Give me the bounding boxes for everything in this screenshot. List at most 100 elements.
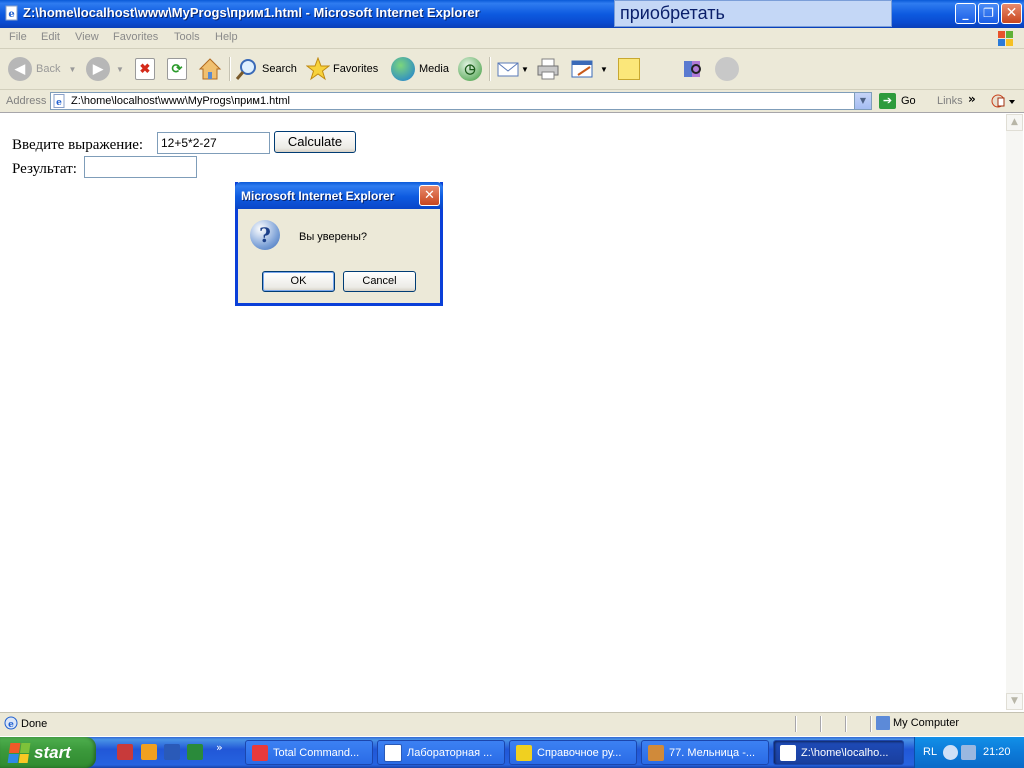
restore-button[interactable]: ❐ [978,3,999,24]
media-globe-icon [391,57,415,81]
menu-edit[interactable]: Edit [41,31,60,43]
windows-logo-icon [998,31,1013,46]
search-icon [235,59,256,80]
dialog-title-bar[interactable]: Microsoft Internet Explorer ✕ [235,182,443,209]
tray-expand-icon[interactable] [943,745,958,760]
favorites-button[interactable]: Favorites [306,54,378,84]
dialog-close-button[interactable]: ✕ [419,185,440,206]
computer-icon [876,716,890,730]
quicklaunch-word-icon[interactable] [164,744,180,760]
ok-button[interactable]: OK [262,271,335,292]
status-text: Done [21,718,48,730]
mail-icon [497,62,519,77]
note-icon [618,58,640,80]
player-icon [648,744,664,761]
discuss-button[interactable] [618,54,640,84]
edit-page-icon [571,60,593,78]
quicklaunch-app-icon[interactable] [117,744,133,760]
refresh-button[interactable]: ⟳ [167,54,191,84]
scroll-down-icon[interactable]: ▼ [1006,693,1023,710]
menu-file[interactable]: File [9,31,27,43]
calculate-button[interactable]: Calculate [274,131,356,153]
go-button[interactable]: ➔ Go [879,93,916,109]
vertical-scrollbar[interactable]: ▲ ▼ [1006,114,1023,710]
windows-flag-icon [7,742,31,763]
search-button[interactable]: Search [235,54,297,84]
back-arrow-icon: ◀ [8,57,32,81]
overlay-word: приобретать [620,3,725,23]
toolbar-separator [489,57,491,81]
ie-page-icon [780,744,796,761]
media-button[interactable]: Media [391,54,449,84]
quicklaunch-chevron-icon[interactable]: » [216,741,223,754]
svg-text:e: e [56,98,62,108]
question-icon: ? [250,220,280,250]
task-internet-explorer[interactable]: Z:\home\localho... [773,740,904,765]
svg-text:e: e [8,9,14,20]
start-button[interactable]: start [0,737,96,768]
status-bar: e Done My Computer [0,712,1024,736]
menu-tools[interactable]: Tools [174,31,200,43]
quicklaunch-excel-icon[interactable] [187,744,203,760]
history-button[interactable]: ◷ [458,54,486,84]
menu-help[interactable]: Help [215,31,238,43]
research-button[interactable] [681,54,705,84]
task-label: 77. Мельница -... [669,746,756,759]
task-label: Total Command... [273,746,360,759]
language-indicator[interactable]: RL [923,746,937,758]
page-content: Введите выражение: Calculate Результат: [2,114,1005,710]
mail-button[interactable]: ▼ [496,54,529,84]
start-label: start [34,742,71,762]
taskbar: start » Total Command... Лабораторная ..… [0,737,1024,768]
menu-bar: File Edit View Favorites Tools Help [0,28,1024,49]
quicklaunch-app-icon[interactable] [141,744,157,760]
stop-button[interactable]: ✖ [135,54,159,84]
go-arrow-icon: ➔ [879,93,896,109]
result-input[interactable] [84,156,197,178]
home-icon [198,58,222,80]
minimize-button[interactable]: _ [955,3,976,24]
total-commander-icon [252,744,268,761]
status-divider [870,716,872,732]
task-reference-guide[interactable]: Справочное ру... [509,740,637,765]
forward-button[interactable]: ▶ ▼ [86,54,124,84]
media-label: Media [419,63,449,75]
toolbar-separator [229,57,231,81]
window-title: Z:\home\localhost\www\MyProgs\прим1.html… [23,5,480,20]
forward-dropdown-icon[interactable]: ▼ [116,65,124,74]
stop-icon: ✖ [135,58,155,80]
menu-favorites[interactable]: Favorites [113,31,158,43]
page-icon: e [53,94,65,108]
expression-input[interactable] [157,132,270,154]
print-button[interactable] [536,54,560,84]
back-dropdown-icon[interactable]: ▼ [68,65,76,74]
home-button[interactable] [198,54,222,84]
task-melnitsa[interactable]: 77. Мельница -... [641,740,769,765]
task-total-commander[interactable]: Total Command... [245,740,373,765]
printer-icon [537,58,559,80]
translate-icon[interactable] [990,93,1016,109]
scroll-up-icon[interactable]: ▲ [1006,114,1023,131]
favorites-label: Favorites [333,63,379,75]
messenger-button[interactable] [715,54,743,84]
edit-button[interactable]: ▼ [570,54,608,84]
links-chevron-icon[interactable]: » [968,92,976,106]
close-button[interactable]: ✕ [1001,3,1022,24]
network-icon[interactable] [961,745,976,760]
links-label[interactable]: Links [937,95,963,107]
address-input[interactable]: e Z:\home\localhost\www\MyProgs\прим1.ht… [50,92,872,110]
title-bar[interactable]: e Z:\home\localhost\www\MyProgs\прим1.ht… [0,0,1024,28]
clock[interactable]: 21:20 [983,746,1011,758]
task-lab-doc[interactable]: Лабораторная ... [377,740,505,765]
done-page-icon: e [4,716,18,730]
edit-dropdown-icon[interactable]: ▼ [600,65,608,74]
address-dropdown-icon[interactable]: ▼ [854,93,871,109]
back-button[interactable]: ◀ Back ▼ [8,54,76,84]
dialog-message: Вы уверены? [299,231,367,243]
menu-view[interactable]: View [75,31,99,43]
favorites-star-icon [306,57,330,81]
help-icon [516,744,532,761]
cancel-button[interactable]: Cancel [343,271,416,292]
mail-dropdown-icon[interactable]: ▼ [521,65,529,74]
title-overlay-box: приобретать [614,0,892,27]
